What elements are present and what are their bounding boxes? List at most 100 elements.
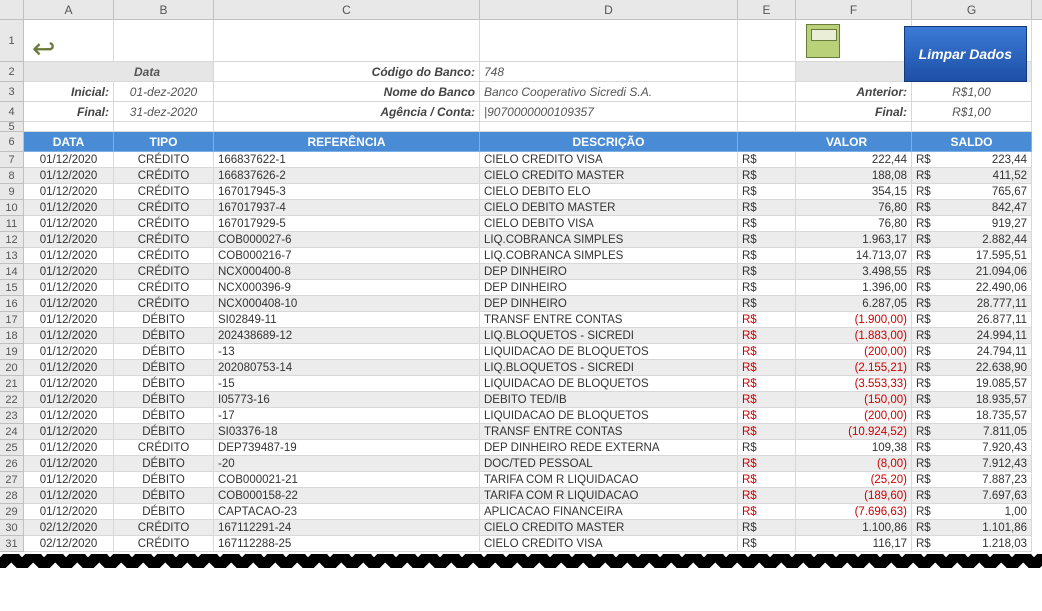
cell-desc[interactable]: DEP DINHEIRO REDE EXTERNA bbox=[480, 440, 738, 456]
cell-saldo[interactable]: R$2.882,44 bbox=[912, 232, 1032, 248]
cell-ref[interactable]: I05773-16 bbox=[214, 392, 480, 408]
cell-data[interactable]: 01/12/2020 bbox=[24, 440, 114, 456]
row-header[interactable]: 25 bbox=[0, 440, 24, 456]
row-header[interactable]: 13 bbox=[0, 248, 24, 264]
table-row[interactable]: 901/12/2020CRÉDITO167017945-3CIELO DEBIT… bbox=[0, 184, 1042, 200]
cell-desc[interactable]: CIELO DEBITO MASTER bbox=[480, 200, 738, 216]
row-header[interactable]: 12 bbox=[0, 232, 24, 248]
cell-tipo[interactable]: CRÉDITO bbox=[114, 280, 214, 296]
table-row[interactable]: 2101/12/2020DÉBITO -15LIQUIDACAO DE BLOQ… bbox=[0, 376, 1042, 392]
cell-valor[interactable]: 1.396,00 bbox=[796, 280, 912, 296]
inicial-value[interactable]: 01-dez-2020 bbox=[114, 82, 214, 102]
cell-valor-sym[interactable]: R$ bbox=[738, 488, 796, 504]
table-row[interactable]: 2701/12/2020DÉBITOCOB000021-21TARIFA COM… bbox=[0, 472, 1042, 488]
cell-data[interactable]: 01/12/2020 bbox=[24, 296, 114, 312]
cell-data[interactable]: 01/12/2020 bbox=[24, 312, 114, 328]
cell-valor[interactable]: 6.287,05 bbox=[796, 296, 912, 312]
cell-saldo[interactable]: R$7.920,43 bbox=[912, 440, 1032, 456]
cell-ref[interactable]: 167017945-3 bbox=[214, 184, 480, 200]
cell-ref[interactable]: -15 bbox=[214, 376, 480, 392]
cell-desc[interactable]: DEP DINHEIRO bbox=[480, 264, 738, 280]
cell-valor-sym[interactable]: R$ bbox=[738, 328, 796, 344]
cell-data[interactable]: 01/12/2020 bbox=[24, 232, 114, 248]
final-value[interactable]: 31-dez-2020 bbox=[114, 102, 214, 122]
cell-saldo[interactable]: R$19.085,57 bbox=[912, 376, 1032, 392]
cell-data[interactable]: 01/12/2020 bbox=[24, 424, 114, 440]
cell-saldo[interactable]: R$1.218,03 bbox=[912, 536, 1032, 552]
table-row[interactable]: 2801/12/2020DÉBITOCOB000158-22TARIFA COM… bbox=[0, 488, 1042, 504]
cell-ref[interactable]: SI03376-18 bbox=[214, 424, 480, 440]
cell-valor[interactable]: 1.100,86 bbox=[796, 520, 912, 536]
cell-data[interactable]: 01/12/2020 bbox=[24, 184, 114, 200]
col-header-g[interactable]: G bbox=[912, 0, 1032, 19]
cell-data[interactable]: 01/12/2020 bbox=[24, 168, 114, 184]
cell-valor-sym[interactable]: R$ bbox=[738, 248, 796, 264]
row-header-6[interactable]: 6 bbox=[0, 132, 24, 152]
table-row[interactable]: 3102/12/2020CRÉDITO167112288-25CIELO CRE… bbox=[0, 536, 1042, 552]
col-header-b[interactable]: B bbox=[114, 0, 214, 19]
cell-tipo[interactable]: DÉBITO bbox=[114, 376, 214, 392]
cell-valor[interactable]: 76,80 bbox=[796, 200, 912, 216]
cell-tipo[interactable]: CRÉDITO bbox=[114, 248, 214, 264]
table-row[interactable]: 1701/12/2020DÉBITOSI02849-11TRANSF ENTRE… bbox=[0, 312, 1042, 328]
cell-desc[interactable]: TRANSF ENTRE CONTAS bbox=[480, 312, 738, 328]
cell-valor-sym[interactable]: R$ bbox=[738, 376, 796, 392]
cell-ref[interactable]: 167112291-24 bbox=[214, 520, 480, 536]
cell-desc[interactable]: CIELO CREDITO MASTER bbox=[480, 168, 738, 184]
cell-ref[interactable]: CAPTACAO-23 bbox=[214, 504, 480, 520]
th-tipo[interactable]: TIPO bbox=[114, 132, 214, 152]
cell-desc[interactable]: CIELO CREDITO MASTER bbox=[480, 520, 738, 536]
cell-valor[interactable]: 14.713,07 bbox=[796, 248, 912, 264]
cell-data[interactable]: 01/12/2020 bbox=[24, 504, 114, 520]
cell-valor[interactable]: 3.498,55 bbox=[796, 264, 912, 280]
row-header[interactable]: 16 bbox=[0, 296, 24, 312]
cell-valor[interactable]: (200,00) bbox=[796, 344, 912, 360]
cell-ref[interactable]: 166837626-2 bbox=[214, 168, 480, 184]
table-row[interactable]: 1301/12/2020CRÉDITOCOB000216-7LIQ.COBRAN… bbox=[0, 248, 1042, 264]
cell-desc[interactable]: TARIFA COM R LIQUIDACAO bbox=[480, 472, 738, 488]
cell-tipo[interactable]: CRÉDITO bbox=[114, 152, 214, 168]
cell-desc[interactable]: DEBITO TED/IB bbox=[480, 392, 738, 408]
cell-saldo[interactable]: R$1,00 bbox=[912, 504, 1032, 520]
cell-valor-sym[interactable]: R$ bbox=[738, 536, 796, 552]
cell-data[interactable]: 01/12/2020 bbox=[24, 456, 114, 472]
cell-valor-sym[interactable]: R$ bbox=[738, 504, 796, 520]
row-header-3[interactable]: 3 bbox=[0, 82, 24, 102]
cell-valor[interactable]: 76,80 bbox=[796, 216, 912, 232]
cell-desc[interactable]: CIELO CREDITO VISA bbox=[480, 536, 738, 552]
cell-saldo[interactable]: R$765,67 bbox=[912, 184, 1032, 200]
cell-valor-sym[interactable]: R$ bbox=[738, 216, 796, 232]
cell-valor-sym[interactable]: R$ bbox=[738, 280, 796, 296]
cell-desc[interactable]: TRANSF ENTRE CONTAS bbox=[480, 424, 738, 440]
cell-ref[interactable]: 167017937-4 bbox=[214, 200, 480, 216]
cell-ref[interactable]: -13 bbox=[214, 344, 480, 360]
cell-saldo[interactable]: R$7.887,23 bbox=[912, 472, 1032, 488]
cell-valor-sym[interactable]: R$ bbox=[738, 152, 796, 168]
row-header[interactable]: 20 bbox=[0, 360, 24, 376]
th-desc[interactable]: DESCRIÇÃO bbox=[480, 132, 738, 152]
row-header[interactable]: 19 bbox=[0, 344, 24, 360]
row-header[interactable]: 15 bbox=[0, 280, 24, 296]
cell-valor[interactable]: (25,20) bbox=[796, 472, 912, 488]
cell-ref[interactable]: 166837622-1 bbox=[214, 152, 480, 168]
cell-data[interactable]: 01/12/2020 bbox=[24, 376, 114, 392]
col-header-f[interactable]: F bbox=[796, 0, 912, 19]
cell-data[interactable]: 01/12/2020 bbox=[24, 472, 114, 488]
cell-valor-sym[interactable]: R$ bbox=[738, 456, 796, 472]
cell-saldo[interactable]: R$24.994,11 bbox=[912, 328, 1032, 344]
cell-ref[interactable]: COB000158-22 bbox=[214, 488, 480, 504]
row-header[interactable]: 24 bbox=[0, 424, 24, 440]
cell-ref[interactable]: NCX000396-9 bbox=[214, 280, 480, 296]
cell-desc[interactable]: APLICACAO FINANCEIRA bbox=[480, 504, 738, 520]
cell-valor[interactable]: (8,00) bbox=[796, 456, 912, 472]
cell-ref[interactable]: NCX000400-8 bbox=[214, 264, 480, 280]
final2-value[interactable]: R$1,00 bbox=[912, 102, 1032, 122]
cell-desc[interactable]: CIELO CREDITO VISA bbox=[480, 152, 738, 168]
cell-valor[interactable]: 188,08 bbox=[796, 168, 912, 184]
cell-desc[interactable]: TARIFA COM R LIQUIDACAO bbox=[480, 488, 738, 504]
cell-ref[interactable]: DEP739487-19 bbox=[214, 440, 480, 456]
cell-saldo[interactable]: R$18.735,57 bbox=[912, 408, 1032, 424]
row-header[interactable]: 18 bbox=[0, 328, 24, 344]
cell-tipo[interactable]: DÉBITO bbox=[114, 456, 214, 472]
cell-tipo[interactable]: CRÉDITO bbox=[114, 296, 214, 312]
